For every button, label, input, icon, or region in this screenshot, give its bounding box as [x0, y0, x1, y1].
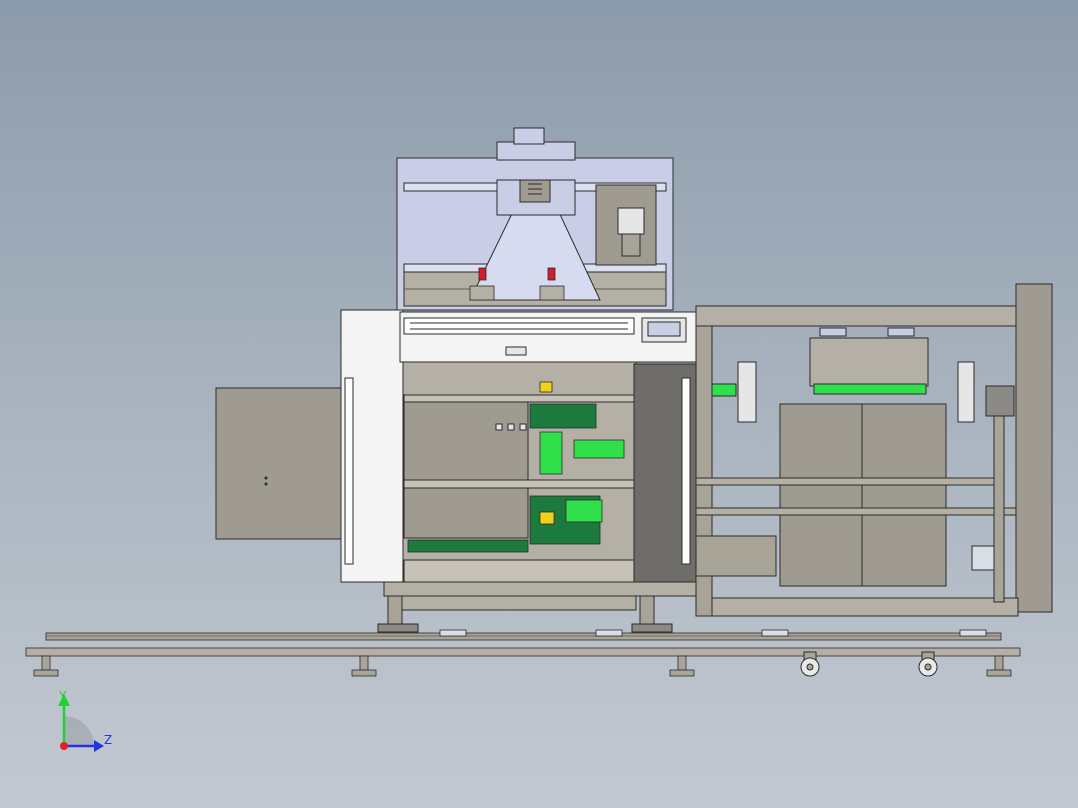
triad-z-label: Z [104, 733, 112, 747]
leveling-foot-2 [351, 655, 377, 677]
caster-wheel-2 [918, 651, 938, 677]
leveling-foot-1 [33, 655, 59, 677]
caster-wheel-1 [800, 651, 820, 677]
machine-assembly-side-view: Y Z [25, 127, 1053, 752]
base-rail [25, 629, 1021, 657]
cad-viewport[interactable]: Y Z [0, 0, 1078, 808]
main-body [399, 359, 637, 611]
leveling-feet [33, 655, 1012, 677]
left-extension-box [215, 387, 345, 540]
right-conveyor-module [695, 283, 1053, 617]
leveling-foot-3 [669, 655, 695, 677]
triad-x-axis [60, 742, 68, 750]
triad-y-label: Y [58, 689, 67, 703]
leveling-foot-4 [986, 655, 1012, 677]
coordinate-triad: Y Z [58, 689, 112, 752]
dark-door-panel [633, 363, 697, 583]
